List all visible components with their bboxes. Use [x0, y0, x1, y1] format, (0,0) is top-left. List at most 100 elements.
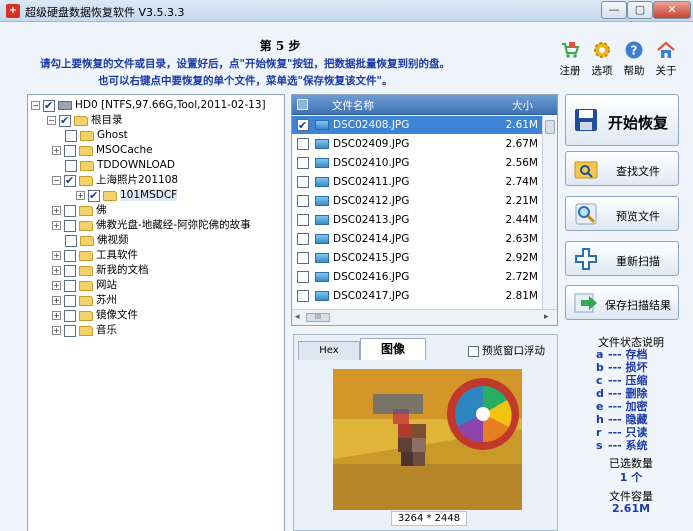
float-preview-toggle[interactable]: 预览窗口浮动 [468, 343, 545, 358]
tree-item[interactable]: TDDOWNLOAD [65, 158, 175, 173]
column-header-size[interactable]: 大小 [512, 98, 533, 113]
tree-item-checkbox[interactable] [65, 159, 77, 172]
expand-icon[interactable]: + [52, 206, 61, 215]
maximize-button[interactable]: ▢ [627, 1, 653, 19]
tree-item-checkbox[interactable] [64, 264, 76, 277]
drive-checkbox[interactable] [43, 98, 55, 113]
file-row[interactable]: DSC02412.JPG 2.21M [292, 192, 542, 210]
start-recovery-button[interactable]: 开始恢复 [565, 94, 679, 146]
scroll-thumb[interactable] [545, 120, 555, 134]
tree-item-checkbox[interactable] [64, 249, 76, 262]
file-checkbox[interactable] [297, 214, 309, 226]
minimize-button[interactable]: — [601, 1, 627, 19]
collapse-icon[interactable]: − [52, 176, 61, 185]
tree-drive-node[interactable]: − HD0 [NTFS,97.66G,Tool,2011-02-13] [31, 98, 266, 113]
file-checkbox[interactable] [297, 290, 309, 302]
directory-tree[interactable]: −HD0 [NTFS,97.66G,Tool,2011-02-13] −根目录 … [27, 94, 285, 531]
file-row[interactable]: DSC02411.JPG 2.74M [292, 173, 542, 191]
tree-item-checkbox[interactable] [64, 204, 76, 217]
tree-item[interactable]: + 网站 [52, 278, 117, 293]
file-checkbox[interactable] [297, 233, 309, 245]
file-checkbox[interactable] [297, 157, 309, 169]
expand-icon[interactable]: + [52, 326, 61, 335]
hard-drive-icon [58, 101, 72, 110]
tree-item-checkbox[interactable] [64, 324, 76, 337]
tree-item-checkbox[interactable] [64, 294, 76, 307]
expand-icon[interactable]: + [52, 296, 61, 305]
file-checkbox[interactable] [297, 117, 309, 135]
select-all-checkbox[interactable] [297, 99, 308, 110]
file-checkbox[interactable] [297, 176, 309, 188]
tree-item[interactable]: + 镜像文件 [52, 308, 138, 323]
file-checkbox[interactable] [297, 138, 309, 150]
tree-item[interactable]: + 工具软件 [52, 248, 138, 263]
file-checkbox[interactable] [297, 195, 309, 207]
expand-icon[interactable]: + [52, 251, 61, 260]
folder-icon [80, 160, 94, 171]
save-scan-result-label: 保存扫描结果 [605, 299, 671, 312]
tree-item-checkbox[interactable] [65, 234, 77, 247]
tree-item[interactable]: + 新我的文档 [52, 263, 149, 278]
file-row[interactable]: DSC02409.JPG 2.67M [292, 135, 542, 153]
expand-icon[interactable]: + [52, 311, 61, 320]
tree-root-node[interactable]: − 根目录 [47, 113, 123, 128]
tree-item[interactable]: Ghost [65, 128, 128, 143]
tree-item[interactable]: + 佛教光盘-地藏经-阿弥陀佛的故事 [52, 218, 251, 233]
float-preview-checkbox[interactable] [468, 345, 479, 357]
tree-item-checkbox[interactable] [64, 144, 76, 157]
tree-item[interactable]: + 苏州 [52, 293, 117, 308]
tree-item[interactable]: + 音乐 [52, 323, 117, 338]
expand-icon[interactable]: + [52, 281, 61, 290]
scroll-right-icon[interactable]: ▸ [544, 312, 549, 322]
file-name: DSC02416.JPG [333, 271, 410, 283]
tree-item[interactable]: + 佛 [52, 203, 107, 218]
tab-image[interactable]: 图像 [360, 338, 426, 360]
step-title: 第 5 步 [259, 39, 301, 53]
tree-item[interactable]: − 上海照片201108 [52, 173, 178, 188]
tree-item-checkbox[interactable] [64, 309, 76, 322]
file-row[interactable]: DSC02408.JPG 2.61M [292, 116, 542, 135]
file-row[interactable]: DSC02410.JPG 2.56M [292, 154, 542, 172]
help-button[interactable]: ? 帮助 [620, 40, 648, 78]
root-checkbox[interactable] [59, 113, 71, 128]
close-button[interactable]: ✕ [653, 1, 691, 19]
file-row[interactable]: DSC02415.JPG 2.92M [292, 249, 542, 267]
rescan-button[interactable]: 重新扫描 [565, 241, 679, 276]
tree-item[interactable]: + MSOCache [52, 143, 153, 158]
register-button[interactable]: 注册 [556, 40, 584, 78]
tree-item-checkbox[interactable] [88, 188, 100, 203]
tree-item-checkbox[interactable] [64, 279, 76, 292]
expand-icon[interactable]: + [76, 191, 85, 200]
file-row[interactable]: DSC02414.JPG 2.63M [292, 230, 542, 248]
scroll-left-icon[interactable]: ◂ [295, 312, 300, 322]
expand-icon[interactable]: + [52, 266, 61, 275]
scroll-thumb[interactable]: III [306, 313, 330, 322]
tree-item[interactable]: 佛视频 [65, 233, 129, 248]
collapse-icon[interactable]: − [47, 116, 56, 125]
file-checkbox[interactable] [297, 271, 309, 283]
tab-hex[interactable]: Hex [298, 341, 360, 360]
tree-item-checkbox[interactable] [65, 129, 77, 142]
find-file-button[interactable]: 查找文件 [565, 151, 679, 186]
options-button[interactable]: 选项 [588, 40, 616, 78]
file-checkbox[interactable] [297, 252, 309, 264]
file-row[interactable]: DSC02413.JPG 2.44M [292, 211, 542, 229]
about-button[interactable]: 关于 [652, 40, 680, 78]
tree-item-checkbox[interactable] [64, 173, 76, 188]
file-row[interactable]: DSC02417.JPG 2.81M [292, 287, 542, 305]
tree-item-label: 101MSDCF [120, 189, 178, 201]
expand-icon[interactable]: + [52, 221, 61, 230]
vertical-scrollbar[interactable] [542, 116, 557, 309]
legend-key: a [596, 348, 604, 361]
file-list[interactable]: 文件名称 大小 DSC02408.JPG 2.61M DSC02409.JPG 2.6… [291, 94, 558, 326]
save-scan-result-button[interactable]: 保存扫描结果 [565, 285, 679, 320]
file-row[interactable]: DSC02416.JPG 2.72M [292, 268, 542, 286]
preview-file-button[interactable]: 预览文件 [565, 196, 679, 231]
collapse-icon[interactable]: − [31, 101, 40, 110]
expand-icon[interactable]: + [52, 146, 61, 155]
legend-row: a --- 存档 [596, 348, 676, 362]
tree-item[interactable]: +101MSDCF [76, 188, 178, 203]
column-header-name[interactable]: 文件名称 [332, 98, 374, 113]
horizontal-scrollbar[interactable]: ◂ III ▸ [292, 309, 557, 325]
tree-item-checkbox[interactable] [64, 219, 76, 232]
